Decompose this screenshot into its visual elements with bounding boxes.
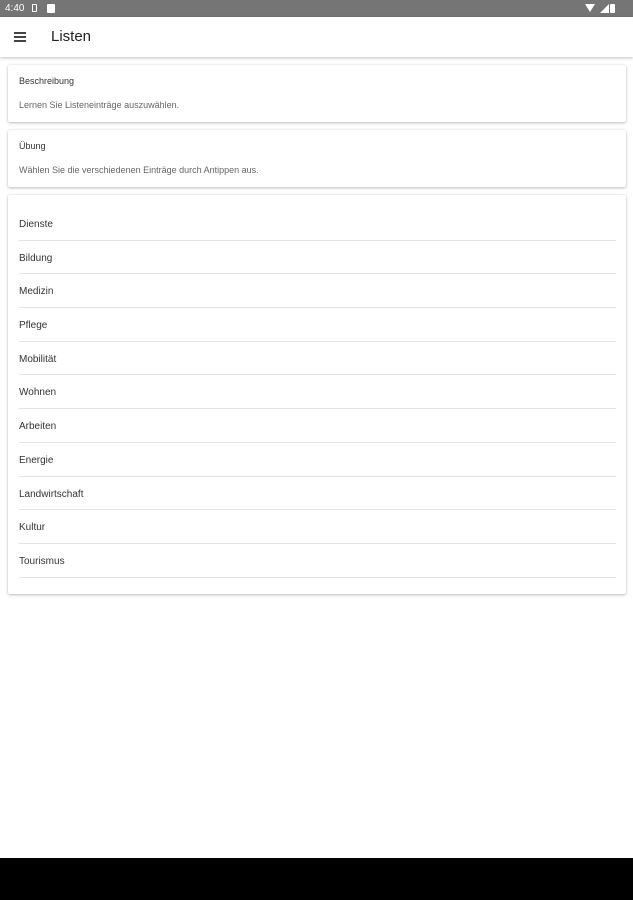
exercise-card: Übung Wählen Sie die verschiedenen Eintr… [8,130,626,187]
wifi-icon [585,4,595,12]
list-item[interactable]: Landwirtschaft [19,477,616,511]
status-bar: 4:40 [0,0,633,17]
list-item[interactable]: Tourismus [19,544,616,578]
exercise-text: Wählen Sie die verschiedenen Einträge du… [19,165,259,175]
page-title: Listen [51,28,92,45]
description-card: Beschreibung Lernen Sie Listeneinträge a… [8,65,626,122]
exercise-heading: Übung [19,141,46,151]
list-item[interactable]: Medizin [19,274,616,309]
hamburger-menu-icon[interactable] [12,30,28,44]
sim-card-icon [32,4,37,12]
list-card: Dienste Bildung Medizin Pflege Mobilität… [8,195,626,594]
app-bar: Listen [0,17,633,57]
list-item[interactable]: Kultur [19,510,616,544]
list-item[interactable]: Pflege [19,308,616,342]
list-item[interactable]: Bildung [19,241,616,275]
signal-icon [600,4,609,13]
list-item[interactable]: Wohnen [19,375,616,410]
description-text: Lernen Sie Listeneinträge auszuwählen. [19,100,180,110]
navigation-bar [0,858,633,900]
selection-list: Dienste Bildung Medizin Pflege Mobilität… [19,207,616,578]
list-item[interactable]: Arbeiten [19,409,616,443]
list-item[interactable]: Dienste [19,207,616,241]
battery-icon [610,4,615,13]
sd-card-icon [47,4,55,13]
list-item[interactable]: Mobilität [19,342,616,376]
list-item[interactable]: Energie [19,443,616,477]
status-time: 4:40 [5,3,25,14]
description-heading: Beschreibung [19,76,75,86]
